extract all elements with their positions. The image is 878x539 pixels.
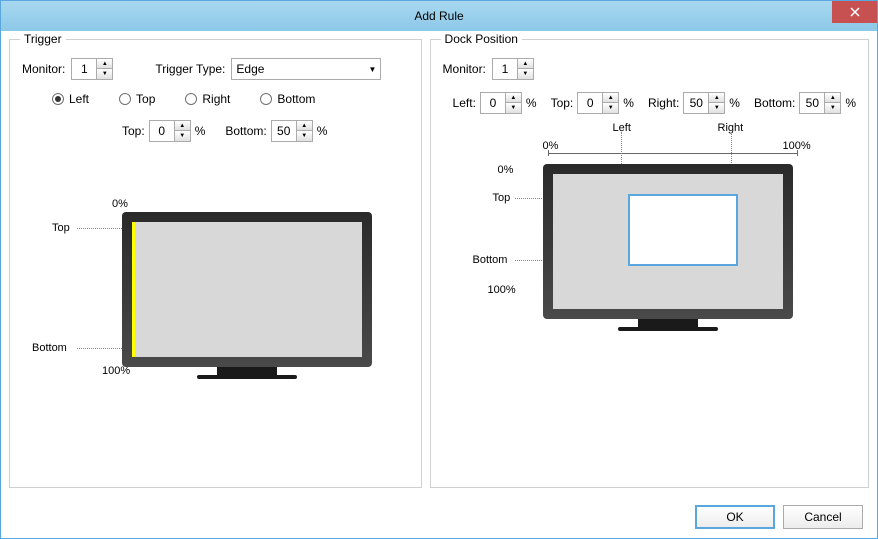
spinner-up-icon[interactable]: ▲ — [297, 121, 312, 131]
chevron-down-icon: ▼ — [368, 65, 376, 74]
trigger-edge-indicator — [132, 222, 135, 357]
spinner-up-icon[interactable]: ▲ — [506, 93, 521, 103]
viz-label-bottom: Bottom — [32, 342, 67, 354]
radio-icon — [185, 93, 197, 105]
viz-label-top: Top — [493, 192, 511, 204]
edge-radio-bottom[interactable]: Bottom — [260, 92, 315, 106]
spinner-down-icon[interactable]: ▼ — [518, 69, 533, 79]
trigger-monitor-input[interactable] — [72, 59, 96, 79]
monitor-icon — [543, 164, 793, 319]
dock-left-spinner[interactable]: ▲▼ — [480, 92, 522, 114]
dock-monitor-spinner[interactable]: ▲▼ — [492, 58, 534, 80]
trigger-type-label: Trigger Type: — [155, 62, 225, 76]
dock-left-label: Left: — [453, 96, 476, 110]
dock-bottom-spinner[interactable]: ▲▼ — [799, 92, 841, 114]
spinner-down-icon[interactable]: ▼ — [603, 103, 618, 113]
trigger-top-spinner[interactable]: ▲▼ — [149, 120, 191, 142]
trigger-bottom-spinner[interactable]: ▲▼ — [271, 120, 313, 142]
dock-group-title: Dock Position — [441, 32, 522, 46]
viz-label-bottom: Bottom — [473, 254, 508, 266]
dock-right-label: Right: — [648, 96, 679, 110]
spinner-up-icon[interactable]: ▲ — [825, 93, 840, 103]
cancel-button[interactable]: Cancel — [783, 505, 863, 529]
percent-label: % — [526, 96, 537, 110]
radio-icon — [260, 93, 272, 105]
trigger-top-input[interactable] — [150, 121, 174, 141]
edge-radio-top[interactable]: Top — [119, 92, 155, 106]
dialog-window: Add Rule Trigger Monitor: ▲▼ Trigger Typ… — [0, 0, 878, 539]
spinner-down-icon[interactable]: ▼ — [506, 103, 521, 113]
spinner-down-icon[interactable]: ▼ — [709, 103, 724, 113]
close-icon — [850, 7, 860, 17]
trigger-monitor-label: Monitor: — [22, 62, 65, 76]
spinner-up-icon[interactable]: ▲ — [518, 59, 533, 69]
spinner-up-icon[interactable]: ▲ — [603, 93, 618, 103]
radio-label: Left — [69, 92, 89, 106]
edge-radio-right[interactable]: Right — [185, 92, 230, 106]
spinner-down-icon[interactable]: ▼ — [175, 131, 190, 141]
dock-bottom-label: Bottom: — [754, 96, 795, 110]
viz-label-zero: 0% — [112, 198, 128, 210]
close-button[interactable] — [832, 1, 877, 23]
trigger-top-label: Top: — [122, 124, 145, 138]
trigger-preview: 0% Top Bottom 100% — [22, 202, 409, 402]
viz-label-top: Top — [52, 222, 70, 234]
spinner-up-icon[interactable]: ▲ — [709, 93, 724, 103]
viz-label-left: Left — [613, 122, 631, 134]
dock-group: Dock Position Monitor: ▲▼ Left: ▲▼ % Top… — [430, 39, 869, 488]
dock-top-input[interactable] — [578, 93, 602, 113]
spinner-down-icon[interactable]: ▼ — [97, 69, 112, 79]
viz-label-zero-v: 0% — [498, 164, 514, 176]
titlebar[interactable]: Add Rule — [1, 1, 877, 31]
window-title: Add Rule — [414, 9, 463, 23]
dock-region-indicator — [628, 194, 738, 266]
radio-label: Right — [202, 92, 230, 106]
viz-label-hundred-v: 100% — [488, 284, 516, 296]
trigger-group-title: Trigger — [20, 32, 66, 46]
percent-label: % — [195, 124, 206, 138]
dock-right-input[interactable] — [684, 93, 708, 113]
dock-bottom-input[interactable] — [800, 93, 824, 113]
radio-label: Bottom — [277, 92, 315, 106]
dialog-footer: OK Cancel — [1, 496, 877, 538]
spinner-up-icon[interactable]: ▲ — [175, 121, 190, 131]
dock-monitor-input[interactable] — [493, 59, 517, 79]
ok-button[interactable]: OK — [695, 505, 775, 529]
monitor-icon — [122, 212, 372, 367]
dock-right-spinner[interactable]: ▲▼ — [683, 92, 725, 114]
dock-left-input[interactable] — [481, 93, 505, 113]
spinner-up-icon[interactable]: ▲ — [97, 59, 112, 69]
radio-icon — [52, 93, 64, 105]
spinner-down-icon[interactable]: ▼ — [297, 131, 312, 141]
dock-monitor-label: Monitor: — [443, 62, 486, 76]
trigger-bottom-label: Bottom: — [225, 124, 266, 138]
percent-label: % — [729, 96, 740, 110]
trigger-type-value: Edge — [236, 62, 264, 76]
dock-top-label: Top: — [551, 96, 574, 110]
percent-label: % — [845, 96, 856, 110]
radio-icon — [119, 93, 131, 105]
percent-label: % — [317, 124, 328, 138]
edge-radio-left[interactable]: Left — [52, 92, 89, 106]
content-area: Trigger Monitor: ▲▼ Trigger Type: Edge ▼… — [1, 31, 877, 496]
percent-label: % — [623, 96, 634, 110]
dock-preview: 0% 100% Left Right 0% Top Bottom 100% — [443, 154, 856, 354]
spinner-down-icon[interactable]: ▼ — [825, 103, 840, 113]
trigger-bottom-input[interactable] — [272, 121, 296, 141]
trigger-type-select[interactable]: Edge ▼ — [231, 58, 381, 80]
radio-label: Top — [136, 92, 155, 106]
trigger-group: Trigger Monitor: ▲▼ Trigger Type: Edge ▼… — [9, 39, 422, 488]
dock-top-spinner[interactable]: ▲▼ — [577, 92, 619, 114]
trigger-monitor-spinner[interactable]: ▲▼ — [71, 58, 113, 80]
